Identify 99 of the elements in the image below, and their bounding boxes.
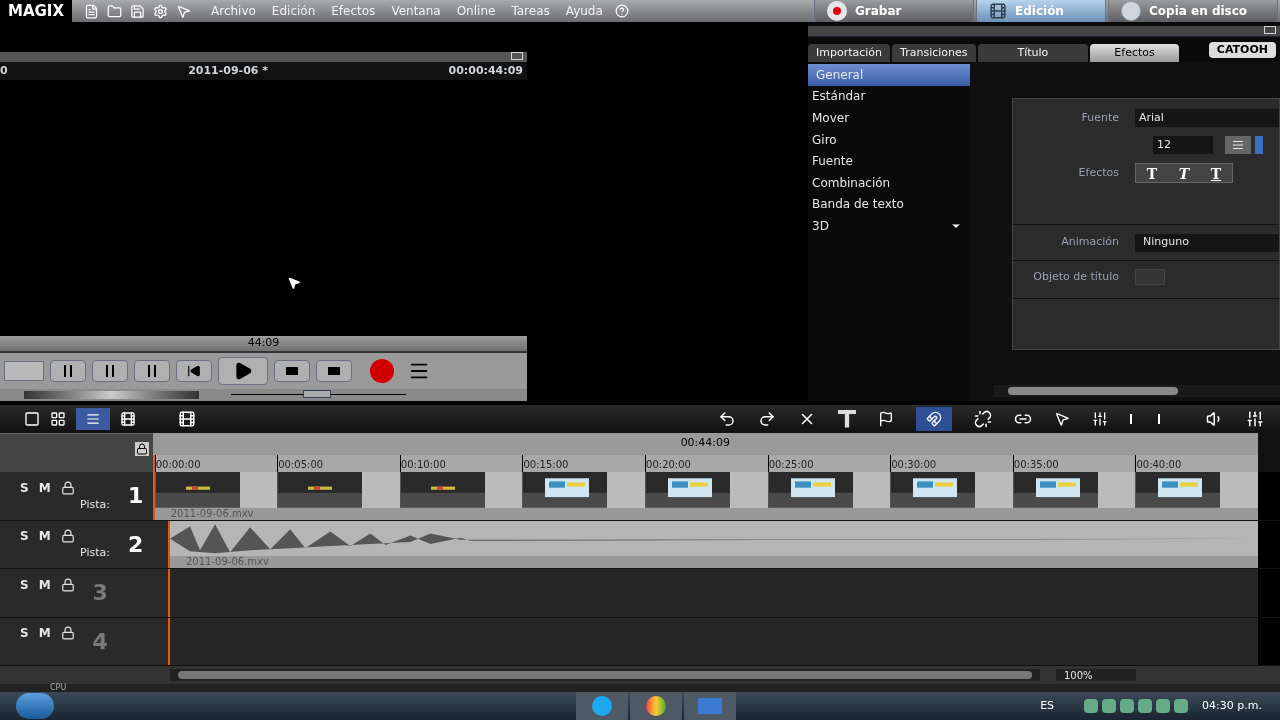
align-left-icon xyxy=(1232,139,1244,151)
track-label: Pista: xyxy=(79,496,110,513)
single-view-icon[interactable] xyxy=(24,410,40,427)
scrub-time: 44:09 xyxy=(247,335,280,351)
timeline-view-button[interactable] xyxy=(76,407,110,430)
mark-in-button[interactable] xyxy=(50,359,86,382)
clip-name: 2011-09-06.mxv xyxy=(170,556,1258,569)
panel-tab[interactable]: Transiciones xyxy=(892,44,976,62)
timecode-start: 0 xyxy=(0,62,8,79)
play-icon xyxy=(233,360,253,381)
tray-icon[interactable] xyxy=(1120,699,1135,713)
clock: 04:30 p.m. xyxy=(1202,697,1262,714)
mute-button[interactable]: M xyxy=(38,575,51,594)
category-item[interactable]: Banda de texto xyxy=(808,193,970,216)
solo-button[interactable]: S xyxy=(20,624,29,643)
brand-logo: CATOOH xyxy=(1208,41,1276,58)
list-view-icon xyxy=(86,411,100,426)
track-number: 1 xyxy=(127,482,144,511)
tray-icon[interactable] xyxy=(1138,699,1153,713)
lock-icon[interactable] xyxy=(60,626,75,641)
solo-button[interactable]: S xyxy=(20,478,29,497)
record-icon xyxy=(827,1,847,21)
project-title: 2011-09-06 * xyxy=(188,62,269,79)
horizontal-scrollbar[interactable] xyxy=(994,384,1280,397)
play-button[interactable] xyxy=(218,356,268,385)
app-logo: MAGIX xyxy=(0,0,72,22)
start-button[interactable] xyxy=(16,693,54,719)
new-file-icon[interactable] xyxy=(84,3,99,19)
panel-tab[interactable]: Título xyxy=(977,44,1089,62)
help-icon[interactable] xyxy=(614,4,629,18)
settings-icon[interactable] xyxy=(153,3,168,19)
language-indicator[interactable]: ES xyxy=(1040,697,1055,715)
taskbar-app-icon[interactable] xyxy=(630,692,682,720)
solo-button[interactable]: S xyxy=(20,527,29,546)
category-item[interactable]: 3D xyxy=(808,215,970,237)
lock-icon[interactable] xyxy=(60,480,75,495)
track-label: Pista: xyxy=(79,545,110,562)
category-item[interactable]: Estándar xyxy=(808,85,970,108)
mode-button[interactable]: Copia en disco xyxy=(1108,0,1278,22)
italic-button[interactable]: T xyxy=(1168,164,1200,182)
timecode: 00:00:44:09 xyxy=(448,62,523,79)
folder-icon[interactable] xyxy=(107,3,122,19)
panel-tab[interactable]: Importación xyxy=(808,44,891,62)
playhead-time: 00:44:09 xyxy=(680,435,731,452)
jump-in-button[interactable] xyxy=(134,359,170,382)
skip-back-icon xyxy=(187,363,201,378)
panel-tab[interactable]: Efectos xyxy=(1090,44,1179,62)
tray-icon[interactable] xyxy=(1174,699,1189,713)
field-label: Objeto de título xyxy=(1032,269,1120,285)
underline-button[interactable]: T xyxy=(1200,164,1232,182)
redo-icon[interactable] xyxy=(758,409,776,428)
track-number: 4 xyxy=(92,627,108,656)
snap-button[interactable] xyxy=(916,406,952,431)
category-item[interactable]: General xyxy=(808,64,970,86)
previous-button[interactable] xyxy=(176,359,212,382)
taskbar-app-icon[interactable] xyxy=(576,692,628,720)
unlink-icon[interactable] xyxy=(974,409,992,428)
lock-icon[interactable] xyxy=(134,441,149,456)
size-spinner[interactable]: 12 xyxy=(1153,136,1213,154)
tray-icon[interactable] xyxy=(1102,699,1117,713)
align-left-button[interactable] xyxy=(1225,136,1251,154)
field-label: Fuente xyxy=(1080,109,1120,126)
mute-button[interactable]: M xyxy=(38,527,51,546)
track-number: 3 xyxy=(92,579,108,608)
pointer-tool-icon[interactable] xyxy=(1054,410,1070,427)
field-label: Animación xyxy=(1060,234,1120,251)
mark-out-button[interactable] xyxy=(92,359,128,382)
mute-button[interactable]: M xyxy=(38,624,51,643)
category-item[interactable]: Mover xyxy=(808,107,970,129)
bold-button[interactable]: T xyxy=(1136,164,1168,182)
cursor-icon xyxy=(287,276,301,290)
track-number: 2 xyxy=(127,530,144,559)
lock-icon[interactable] xyxy=(60,529,75,544)
mute-button[interactable]: M xyxy=(38,478,51,497)
category-item[interactable]: Combinación xyxy=(808,171,970,194)
magnet-icon xyxy=(926,410,942,427)
mode-button[interactable]: Grabar xyxy=(814,0,974,22)
film-reel-icon[interactable] xyxy=(178,409,196,428)
timeline-scrollbar[interactable] xyxy=(170,669,1040,682)
marker-icon[interactable] xyxy=(878,410,894,427)
font-dropdown[interactable]: Arial xyxy=(1135,109,1279,127)
tray-icon[interactable] xyxy=(1156,699,1171,713)
film-reel-icon xyxy=(989,2,1007,20)
save-icon[interactable] xyxy=(130,3,145,19)
time-ruler[interactable]: 00:00:00 00:05:00 00:10:00 00:15:00 00:20:00 00:25:00 00:30:00 00:35:00 00:40:00 xyxy=(152,454,1258,473)
maximize-icon[interactable] xyxy=(511,52,523,60)
cpu-label: CPU xyxy=(50,684,67,692)
mixer-icon[interactable] xyxy=(1246,409,1264,428)
animation-dropdown[interactable]: Ninguno xyxy=(1135,233,1279,252)
tray-icon[interactable] xyxy=(1084,699,1099,713)
field-label: Efectos xyxy=(1077,164,1120,181)
undo-icon[interactable] xyxy=(718,409,736,428)
maximize-icon[interactable] xyxy=(1264,26,1276,34)
lock-icon[interactable] xyxy=(60,577,75,592)
category-item[interactable]: Fuente xyxy=(808,150,970,172)
category-item[interactable]: Giro xyxy=(808,128,970,151)
zoom-dropdown[interactable]: 100% xyxy=(1056,669,1136,682)
solo-button[interactable]: S xyxy=(20,575,29,594)
grid-view-icon[interactable] xyxy=(50,410,66,427)
